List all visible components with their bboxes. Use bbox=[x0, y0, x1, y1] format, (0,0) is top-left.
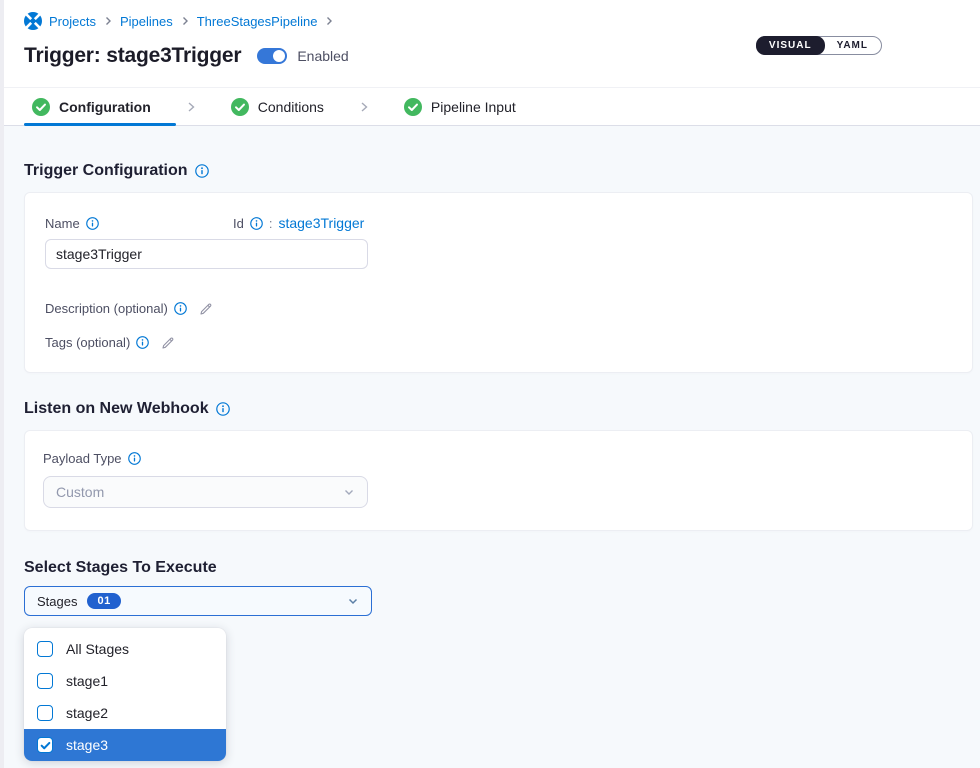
edit-tags-icon[interactable] bbox=[161, 336, 175, 350]
active-tab-underline bbox=[24, 123, 176, 126]
stage-option-label: stage3 bbox=[66, 737, 108, 753]
stage-option-stage2[interactable]: stage2 bbox=[24, 697, 226, 729]
breadcrumb-link-projects[interactable]: Projects bbox=[49, 14, 96, 29]
info-icon[interactable] bbox=[250, 217, 263, 230]
chevron-down-icon bbox=[343, 486, 355, 498]
chevron-right-icon bbox=[324, 16, 334, 26]
stage-option-stage3[interactable]: stage3 bbox=[24, 729, 226, 761]
chevron-right-icon bbox=[358, 101, 370, 113]
checkbox-icon[interactable] bbox=[37, 737, 53, 753]
stage-option-stage1[interactable]: stage1 bbox=[24, 665, 226, 697]
success-check-icon bbox=[231, 98, 249, 116]
select-stages-heading: Select Stages To Execute bbox=[24, 559, 973, 577]
tab-conditions[interactable]: Conditions bbox=[231, 98, 324, 116]
trigger-id-row: Id : stage3Trigger bbox=[233, 215, 364, 231]
breadcrumb-link-pipelines[interactable]: Pipelines bbox=[120, 14, 173, 29]
enabled-toggle[interactable] bbox=[257, 48, 287, 64]
breadcrumb: Projects Pipelines ThreeStagesPipeline bbox=[24, 12, 960, 30]
info-icon[interactable] bbox=[128, 452, 141, 465]
trigger-configuration-heading: Trigger Configuration bbox=[24, 162, 973, 180]
description-label: Description (optional) bbox=[45, 301, 187, 316]
wizard-tabbar: Configuration Conditions Pipeline Input bbox=[4, 88, 980, 126]
trigger-id-value[interactable]: stage3Trigger bbox=[278, 215, 364, 231]
checkbox-icon[interactable] bbox=[37, 673, 53, 689]
tab-label: Conditions bbox=[258, 99, 324, 115]
webhook-heading: Listen on New Webhook bbox=[24, 400, 973, 418]
page-header: Projects Pipelines ThreeStagesPipeline T… bbox=[4, 0, 980, 88]
tab-pipeline-input[interactable]: Pipeline Input bbox=[404, 98, 516, 116]
tab-label: Configuration bbox=[59, 99, 151, 115]
success-check-icon bbox=[32, 98, 50, 116]
stage-option-label: stage1 bbox=[66, 673, 108, 689]
checkbox-icon[interactable] bbox=[37, 641, 53, 657]
info-icon[interactable] bbox=[136, 336, 149, 349]
checkbox-icon[interactable] bbox=[37, 705, 53, 721]
info-icon[interactable] bbox=[195, 164, 209, 178]
name-field-label: Name bbox=[45, 216, 233, 231]
tab-configuration[interactable]: Configuration bbox=[32, 98, 151, 116]
tab-label: Pipeline Input bbox=[431, 99, 516, 115]
id-label: Id bbox=[233, 216, 244, 231]
stages-dropdown-panel: All Stages stage1 stage2 stage3 bbox=[24, 628, 226, 761]
chevron-right-icon bbox=[103, 16, 113, 26]
chevron-right-icon bbox=[185, 101, 197, 113]
stages-select-label: Stages bbox=[37, 594, 77, 609]
chevron-right-icon bbox=[180, 16, 190, 26]
name-input[interactable] bbox=[45, 239, 368, 269]
page-title: Trigger: stage3Trigger bbox=[24, 44, 241, 68]
stages-count-badge: 01 bbox=[87, 593, 120, 609]
success-check-icon bbox=[404, 98, 422, 116]
payload-type-select[interactable]: Custom bbox=[43, 476, 368, 508]
harness-project-icon bbox=[24, 12, 42, 30]
stage-option-label: stage2 bbox=[66, 705, 108, 721]
chevron-down-icon bbox=[347, 595, 359, 607]
info-icon[interactable] bbox=[216, 402, 230, 416]
enabled-toggle-label: Enabled bbox=[297, 48, 348, 64]
stage-option-all-stages[interactable]: All Stages bbox=[24, 633, 226, 665]
main-content: Trigger Configuration Name Id : stage3Tr… bbox=[4, 162, 980, 616]
webhook-card: Payload Type Custom bbox=[24, 430, 973, 531]
payload-type-label: Payload Type bbox=[43, 451, 141, 466]
info-icon[interactable] bbox=[174, 302, 187, 315]
stages-multiselect[interactable]: Stages 01 bbox=[24, 586, 372, 616]
tags-label: Tags (optional) bbox=[45, 335, 149, 350]
visual-toggle-button[interactable]: VISUAL bbox=[756, 36, 825, 55]
breadcrumb-link-pipeline-name[interactable]: ThreeStagesPipeline bbox=[197, 14, 318, 29]
info-icon[interactable] bbox=[86, 217, 99, 230]
yaml-toggle-button[interactable]: YAML bbox=[824, 37, 881, 54]
trigger-configuration-card: Name Id : stage3Trigger Description (opt… bbox=[24, 192, 973, 373]
id-separator: : bbox=[269, 216, 273, 231]
stage-option-label: All Stages bbox=[66, 641, 129, 657]
edit-description-icon[interactable] bbox=[199, 302, 213, 316]
visual-yaml-switch: VISUAL YAML bbox=[756, 36, 882, 55]
